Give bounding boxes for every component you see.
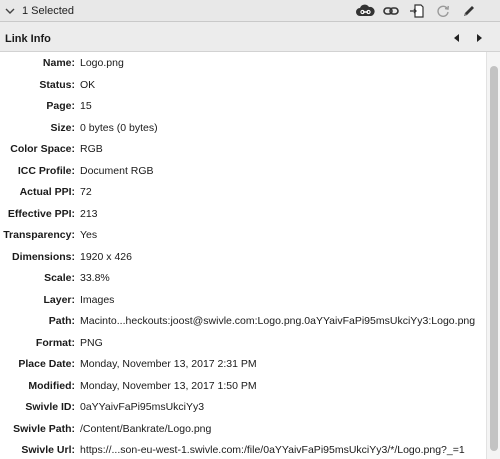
info-row-layer: Layer: Images xyxy=(0,292,486,308)
info-label: Name: xyxy=(42,57,75,69)
info-row-icc-profile: ICC Profile: Document RGB xyxy=(0,163,486,179)
info-value: Yes xyxy=(80,229,98,241)
info-value: 0 bytes (0 bytes) xyxy=(80,122,158,134)
info-value: Images xyxy=(80,294,115,306)
edit-original-button[interactable] xyxy=(456,0,482,22)
edit-pencil-icon xyxy=(462,4,476,18)
info-row-actual-ppi: Actual PPI: 72 xyxy=(0,184,486,200)
info-value: 0aYYaivFaPi95msUkciYy3 xyxy=(80,401,205,413)
info-label: Format: xyxy=(35,337,75,349)
info-label: Color Space: xyxy=(10,143,75,155)
go-to-link-button[interactable] xyxy=(378,0,404,22)
info-value: 213 xyxy=(80,208,98,220)
info-value: Monday, November 13, 2017 2:31 PM xyxy=(80,358,257,370)
selected-count: 1 Selected xyxy=(22,4,74,17)
info-row-scale: Scale: 33.8% xyxy=(0,270,486,286)
cloud-link-button[interactable] xyxy=(352,0,378,22)
info-row-color-space: Color Space: RGB xyxy=(0,141,486,157)
info-row-effective-ppi: Effective PPI: 213 xyxy=(0,206,486,222)
info-row-name: Name: Logo.png xyxy=(0,55,486,71)
chevron-down-icon[interactable] xyxy=(0,0,20,22)
update-link-icon xyxy=(436,4,450,18)
info-row-status: Status: OK xyxy=(0,77,486,93)
info-row-place-date: Place Date: Monday, November 13, 2017 2:3… xyxy=(0,356,486,372)
link-toolbar xyxy=(352,0,482,22)
info-row-size: Size: 0 bytes (0 bytes) xyxy=(0,120,486,136)
info-label: Status: xyxy=(39,79,75,91)
info-label: Modified: xyxy=(28,380,75,392)
info-label: Path: xyxy=(48,315,75,327)
info-label: Size: xyxy=(50,122,75,134)
section-title: Link Info xyxy=(5,33,51,45)
info-value: Logo.png xyxy=(80,57,124,69)
info-row-format: Format: PNG xyxy=(0,335,486,351)
link-navigation xyxy=(446,29,490,49)
info-value: /Content/Bankrate/Logo.png xyxy=(80,423,212,435)
vertical-scrollbar[interactable] xyxy=(486,52,500,459)
chain-link-icon xyxy=(383,5,399,17)
info-row-swivle-url: Swivle Url: https://...son-eu-west-1.swiv… xyxy=(0,442,486,458)
info-row-modified: Modified: Monday, November 13, 2017 1:50 … xyxy=(0,378,486,394)
info-value: Monday, November 13, 2017 1:50 PM xyxy=(80,380,257,392)
info-value: 15 xyxy=(80,100,92,112)
info-value: RGB xyxy=(80,143,103,155)
info-value: PNG xyxy=(80,337,103,349)
info-row-swivle-id: Swivle ID: 0aYYaivFaPi95msUkciYy3 xyxy=(0,399,486,415)
previous-link-button[interactable] xyxy=(446,29,468,49)
info-label: Page: xyxy=(46,100,75,112)
info-label: ICC Profile: xyxy=(17,165,75,177)
info-row-path: Path: Macinto...heckouts:joost@swivle.com… xyxy=(0,313,486,329)
next-link-button[interactable] xyxy=(468,29,490,49)
triangle-right-icon xyxy=(476,33,482,45)
info-label: Dimensions: xyxy=(11,251,75,263)
info-label: Swivle Path: xyxy=(13,423,75,435)
info-label: Swivle Url: xyxy=(21,444,75,456)
info-label: Layer: xyxy=(43,294,75,306)
info-value: https://...son-eu-west-1.swivle.com:/fil… xyxy=(80,444,465,456)
info-label: Transparency: xyxy=(3,229,75,241)
relink-icon xyxy=(409,3,425,19)
info-row-dimensions: Dimensions: 1920 x 426 xyxy=(0,249,486,265)
link-info-panel: Name: Logo.png Status: OK Page: 15 Size: 0 b… xyxy=(0,51,500,459)
info-row-transparency: Transparency: Yes xyxy=(0,227,486,243)
panel-top-bar: 1 Selected xyxy=(0,0,500,22)
info-label: Effective PPI: xyxy=(7,208,75,220)
update-link-button[interactable] xyxy=(430,0,456,22)
info-value: 1920 x 426 xyxy=(80,251,132,263)
info-label: Scale: xyxy=(44,272,75,284)
info-label: Swivle ID: xyxy=(25,401,75,413)
info-value: Document RGB xyxy=(80,165,154,177)
scrollbar-thumb[interactable] xyxy=(490,66,498,451)
info-value: OK xyxy=(80,79,96,91)
info-label: Place Date: xyxy=(18,358,75,370)
relink-button[interactable] xyxy=(404,0,430,22)
cloud-link-icon xyxy=(355,4,375,18)
triangle-left-icon xyxy=(454,33,460,45)
info-row-swivle-path: Swivle Path: /Content/Bankrate/Logo.png xyxy=(0,421,486,437)
info-value: Macinto...heckouts:joost@swivle.com:Logo… xyxy=(80,315,476,327)
info-label: Actual PPI: xyxy=(19,186,75,198)
info-row-page: Page: 15 xyxy=(0,98,486,114)
info-value: 33.8% xyxy=(80,272,110,284)
info-value: 72 xyxy=(80,186,92,198)
link-info-header[interactable]: Link Info xyxy=(0,29,500,49)
